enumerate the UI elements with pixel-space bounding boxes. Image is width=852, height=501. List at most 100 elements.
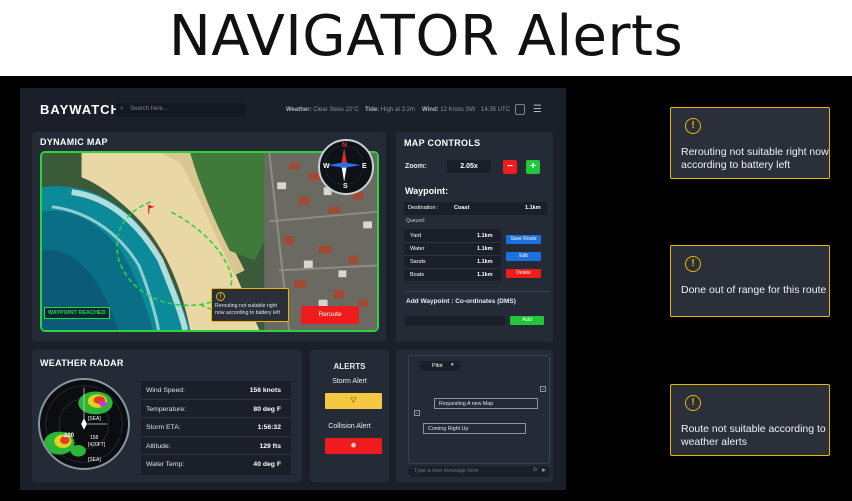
waypoint-title: Waypoint:: [405, 186, 449, 196]
weather-table: Wind Speed: 156 knots Temperature: 80 deg …: [141, 381, 291, 475]
queued-label: Queued:: [406, 218, 426, 224]
queued-dist: 1.1km: [477, 246, 493, 252]
table-row: Storm ETA: 1:56:32: [141, 418, 291, 437]
search-placeholder: Search here...: [130, 106, 168, 112]
outgoing-message: Requesting A new Map: [434, 398, 538, 409]
weather-value: 80 deg F: [253, 405, 281, 413]
compass-n: N: [342, 142, 348, 149]
recipient-value: Pilot: [432, 363, 443, 369]
message-placeholder: Type a new message here: [414, 468, 479, 474]
compass-w: W: [323, 163, 330, 170]
warning-icon: !: [685, 256, 701, 272]
message-input[interactable]: Type a new message here ☺ ➤: [408, 466, 550, 477]
notification-text: Route not suitable according to weather …: [681, 423, 826, 449]
edit-button[interactable]: Edit: [506, 252, 541, 261]
hamburger-menu-icon[interactable]: ☰: [533, 104, 542, 115]
chat-window: [408, 355, 550, 464]
notification-card: ! Done out of range for this route: [670, 245, 830, 317]
send-icon[interactable]: ➤: [541, 467, 546, 474]
wind-value: 12 Knots SW: [440, 107, 476, 113]
add-waypoint-button[interactable]: Add: [510, 316, 544, 325]
warning-icon: !: [685, 118, 701, 134]
weather-value: 156 knots: [249, 387, 281, 394]
compass-s: S: [343, 183, 348, 190]
page-title: NAVIGATOR Alerts: [168, 4, 684, 69]
waypoint-reached-badge: WAYPOINT REACHED: [44, 307, 110, 319]
storm-alert-label: Storm Alert: [332, 378, 367, 385]
destination-row: Destination : Coast 1.1km: [404, 202, 547, 215]
emoji-icon[interactable]: ☺: [532, 467, 538, 473]
table-row: Temperature: 80 deg F: [141, 400, 291, 418]
coordinates-input[interactable]: [405, 316, 505, 326]
clock: 14:35 UTC: [481, 107, 511, 113]
list-item[interactable]: Sands 1.1km: [404, 256, 501, 269]
map-title: DYNAMIC MAP: [40, 137, 108, 147]
add-waypoint-title: Add Waypoint : Co-ordinates (DMS): [406, 298, 516, 305]
recipient-select[interactable]: Pilot ▾: [420, 361, 460, 371]
tide-status: Tide: High at 3.2m: [365, 107, 415, 113]
queued-name: Yard: [410, 233, 422, 239]
storm-icon: ⛛: [350, 396, 357, 405]
list-item[interactable]: Boats 1.1km: [404, 269, 501, 282]
destination-label: Destination :: [408, 205, 439, 211]
radar-label-bottom: [SEA]: [88, 457, 101, 463]
zoom-out-button[interactable]: −: [503, 160, 517, 174]
weather-label: Weather:: [286, 107, 312, 113]
close-icon[interactable]: x: [540, 386, 546, 392]
map-alert-toast: ! Rerouting not suitable right now accor…: [211, 288, 289, 322]
notification-text: Rerouting not suitable right now accordi…: [681, 146, 829, 172]
notification-card: ! Route not suitable according to weathe…: [670, 384, 830, 456]
weather-value: 40 deg F: [253, 461, 281, 468]
save-route-button[interactable]: Save Route: [506, 235, 541, 244]
queued-dist: 1.1km: [477, 272, 493, 278]
list-item[interactable]: Water 1.1km: [404, 243, 501, 256]
table-row: Altitude: 129 fts: [141, 437, 291, 455]
storm-alert-button[interactable]: ⛛: [325, 393, 382, 409]
collision-icon: ✹: [350, 441, 357, 450]
controls-title: MAP CONTROLS: [404, 138, 481, 148]
table-row: Water Temp: 40 deg F: [141, 455, 291, 474]
radar-display: [SEA] 290 158 [420FT] [SEA]: [38, 378, 130, 470]
wind-status: Wind: 12 Knots SW: [422, 107, 475, 113]
close-icon[interactable]: x: [414, 410, 420, 416]
search-input[interactable]: ⌕ Search here...: [116, 103, 246, 117]
table-row: Wind Speed: 156 knots: [141, 381, 291, 400]
chevron-down-icon: ▾: [451, 362, 454, 368]
weather-key: Storm ETA:: [146, 424, 181, 431]
collision-alert-button[interactable]: ✹: [325, 438, 382, 454]
destination-distance: 1.1km: [525, 205, 541, 211]
divider: [404, 291, 550, 292]
weather-title: WEATHER RADAR: [40, 358, 124, 368]
destination-name: Coast: [454, 205, 470, 211]
zoom-value: 2.05x: [447, 160, 491, 173]
queued-list: Yard 1.1km Water 1.1km Sands 1.1km Boats 1.1…: [404, 229, 501, 283]
weather-key: Water Temp:: [146, 461, 185, 468]
reroute-button[interactable]: Reroute: [301, 306, 359, 324]
tide-label: Tide:: [365, 107, 380, 113]
notification-text: Done out of range for this route: [681, 284, 827, 296]
incoming-message: Coming Right Up: [423, 423, 526, 434]
weather-value: 129 fts: [259, 442, 281, 450]
collision-alert-label: Collision Alert: [328, 423, 371, 430]
weather-value: Clear Skies 22°C: [313, 107, 359, 113]
delete-button[interactable]: Delete: [506, 269, 541, 278]
zoom-in-button[interactable]: +: [526, 160, 540, 174]
queued-dist: 1.1km: [477, 233, 493, 239]
compass-icon: N S E W: [318, 139, 374, 195]
radar-label-sub: [420FT]: [88, 442, 106, 448]
tide-value: High at 3.2m: [380, 107, 415, 113]
queued-dist: 1.1km: [477, 259, 493, 265]
queued-name: Water: [410, 246, 425, 252]
weather-status: Weather: Clear Skies 22°C: [286, 107, 359, 113]
list-item[interactable]: Yard 1.1km: [404, 230, 501, 243]
queued-name: Boats: [410, 272, 425, 278]
weather-key: Altitude:: [146, 442, 171, 450]
search-icon: ⌕: [120, 105, 124, 112]
notification-card: ! Rerouting not suitable right now accor…: [670, 107, 830, 179]
zoom-label: Zoom:: [405, 163, 427, 170]
weather-key: Wind Speed:: [146, 387, 185, 394]
weather-key: Temperature:: [146, 405, 187, 413]
user-avatar-icon[interactable]: [515, 104, 525, 115]
brand-logo: BAYWATCH: [40, 102, 121, 117]
warning-icon: !: [216, 292, 225, 301]
